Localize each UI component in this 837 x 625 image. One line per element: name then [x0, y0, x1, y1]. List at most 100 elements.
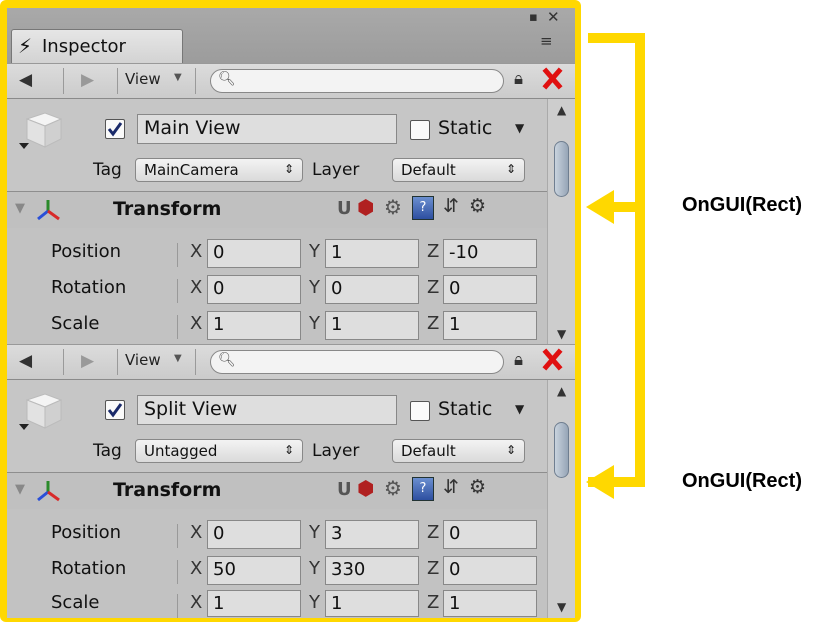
magnet-icon[interactable]: U: [337, 479, 352, 500]
rotation-x-field[interactable]: 0: [207, 275, 301, 304]
position-x-field[interactable]: 0: [207, 520, 301, 549]
axis-x-label: X: [190, 277, 203, 298]
axis-x-label: X: [190, 522, 203, 543]
chevron-down-icon: ▼: [174, 353, 182, 364]
rotation-x-field[interactable]: 50: [207, 556, 301, 585]
axis-y-label: Y: [309, 241, 320, 262]
foldout-arrow-icon[interactable]: ▼: [15, 201, 25, 216]
object-header: Main View Static ▼ Tag MainCamera ⇕ Layer…: [7, 99, 547, 192]
help-book-icon[interactable]: ?: [412, 477, 434, 501]
layer-value: Default: [401, 161, 456, 179]
magnet-icon[interactable]: U: [337, 198, 352, 219]
tag-label: Tag: [93, 160, 122, 180]
tag-dropdown[interactable]: MainCamera ⇕: [135, 158, 303, 182]
back-arrow-icon[interactable]: ◀: [19, 70, 32, 90]
tag-value: Untagged: [144, 442, 218, 460]
position-z-field[interactable]: -10: [443, 239, 537, 268]
tag-label: Tag: [93, 441, 122, 461]
help-book-icon[interactable]: ?: [412, 196, 434, 220]
rotation-z-field[interactable]: 0: [443, 275, 537, 304]
settings-gear-icon[interactable]: ⚙: [469, 195, 486, 217]
scale-z-field[interactable]: 1: [443, 590, 537, 617]
dropdown-arrows-icon: ⇕: [283, 162, 294, 176]
vertical-scrollbar[interactable]: ▲ ▼: [547, 99, 575, 344]
view-dropdown[interactable]: View: [125, 351, 161, 369]
chevron-down-icon[interactable]: ▼: [515, 402, 524, 416]
close-view-button[interactable]: [542, 348, 563, 371]
position-y-field[interactable]: 3: [325, 520, 419, 549]
window-titlebar: ⚡ Inspector ▪ ✕ ≡: [7, 8, 575, 63]
ongui-annotation-label: OnGUI(Rect): [682, 194, 802, 216]
scroll-down-arrow-icon[interactable]: ▼: [557, 600, 566, 614]
component-cube-icon[interactable]: ⬢: [357, 195, 374, 219]
gear-settings-icon[interactable]: ⚙: [384, 195, 402, 219]
lock-icon[interactable]: 🔒︎: [514, 350, 523, 370]
scroll-down-arrow-icon[interactable]: ▼: [557, 327, 566, 341]
scale-y-field[interactable]: 1: [325, 311, 419, 340]
gear-settings-icon[interactable]: ⚙: [384, 476, 402, 500]
axis-x-label: X: [190, 241, 203, 262]
close-view-button[interactable]: [542, 67, 563, 90]
menu-icon[interactable]: ≡: [540, 32, 553, 50]
lock-icon[interactable]: 🔒︎: [514, 69, 523, 89]
dropdown-arrows-icon: ⇕: [505, 443, 516, 457]
tab-inspector[interactable]: ⚡ Inspector: [11, 29, 183, 63]
preset-sliders-icon[interactable]: ⇵: [443, 476, 459, 498]
inspector-window: ⚡ Inspector ▪ ✕ ≡ ◀ ▶ View ▼ 🔍︎ 🔒︎ Main …: [7, 8, 575, 618]
axis-z-label: Z: [427, 558, 440, 579]
annotation-bracket: [586, 33, 645, 499]
transform-header[interactable]: ▼ Transform U ⬢ ⚙ ? ⇵ ⚙: [7, 473, 547, 509]
position-label: Position: [51, 522, 122, 543]
component-cube-icon[interactable]: ⬢: [357, 476, 374, 500]
close-icon[interactable]: ✕: [547, 8, 560, 26]
scrollbar-thumb[interactable]: [554, 141, 569, 197]
tag-value: MainCamera: [144, 161, 239, 179]
axis-y-label: Y: [309, 522, 320, 543]
transform-title: Transform: [113, 198, 222, 220]
tag-dropdown[interactable]: Untagged ⇕: [135, 439, 303, 463]
forward-arrow-icon[interactable]: ▶: [81, 70, 94, 90]
object-name-field[interactable]: Split View: [137, 395, 397, 425]
layer-label: Layer: [312, 160, 360, 180]
vertical-scrollbar[interactable]: ▲ ▼: [547, 380, 575, 618]
scale-x-field[interactable]: 1: [207, 590, 301, 617]
static-checkbox[interactable]: [410, 120, 430, 140]
back-arrow-icon[interactable]: ◀: [19, 351, 32, 371]
position-x-field[interactable]: 0: [207, 239, 301, 268]
search-icon: 🔍︎: [218, 352, 236, 368]
highlight-frame: ⚡ Inspector ▪ ✕ ≡ ◀ ▶ View ▼ 🔍︎ 🔒︎ Main …: [0, 0, 581, 622]
label-separator: [177, 243, 178, 267]
rotation-y-field[interactable]: 0: [325, 275, 419, 304]
scrollbar-thumb[interactable]: [554, 422, 569, 478]
scroll-up-arrow-icon[interactable]: ▲: [557, 384, 566, 398]
scale-y-field[interactable]: 1: [325, 590, 419, 617]
dropdown-arrows-icon: ⇕: [283, 443, 294, 457]
scroll-up-arrow-icon[interactable]: ▲: [557, 103, 566, 117]
inspector-toolbar: ◀ ▶ View ▼ 🔍︎ 🔒︎: [7, 63, 575, 99]
position-z-field[interactable]: 0: [443, 520, 537, 549]
chevron-down-icon[interactable]: ▼: [515, 121, 524, 135]
layer-dropdown[interactable]: Default ⇕: [392, 439, 525, 463]
view-dropdown[interactable]: View: [125, 70, 161, 88]
rotation-z-field[interactable]: 0: [443, 556, 537, 585]
scale-x-field[interactable]: 1: [207, 311, 301, 340]
active-checkbox[interactable]: [105, 400, 125, 420]
scale-z-field[interactable]: 1: [443, 311, 537, 340]
layer-value: Default: [401, 442, 456, 460]
forward-arrow-icon[interactable]: ▶: [81, 351, 94, 371]
layer-dropdown[interactable]: Default ⇕: [392, 158, 525, 182]
foldout-arrow-icon[interactable]: ▼: [15, 482, 25, 497]
maximize-icon[interactable]: ▪: [529, 10, 538, 25]
preset-sliders-icon[interactable]: ⇵: [443, 195, 459, 217]
label-separator: [177, 315, 178, 339]
static-checkbox[interactable]: [410, 401, 430, 421]
settings-gear-icon[interactable]: ⚙: [469, 476, 486, 498]
object-name-field[interactable]: Main View: [137, 114, 397, 144]
search-input[interactable]: 🔍︎: [210, 350, 504, 374]
rotation-y-field[interactable]: 330: [325, 556, 419, 585]
search-input[interactable]: 🔍︎: [210, 69, 504, 93]
transform-header[interactable]: ▼ Transform U ⬢ ⚙ ? ⇵ ⚙: [7, 192, 547, 228]
active-checkbox[interactable]: [105, 119, 125, 139]
position-y-field[interactable]: 1: [325, 239, 419, 268]
static-label: Static: [438, 398, 493, 420]
